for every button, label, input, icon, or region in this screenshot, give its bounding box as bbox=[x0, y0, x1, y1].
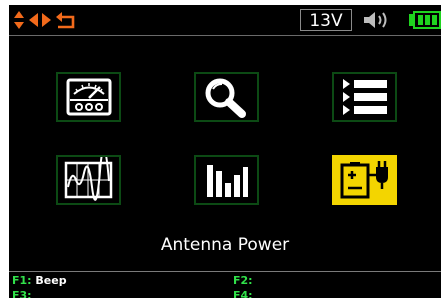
meter-tile[interactable] bbox=[56, 72, 121, 122]
f3-key-label: F3: bbox=[12, 289, 32, 298]
status-bar: 13V bbox=[9, 5, 441, 36]
f3-softkey[interactable]: F3: bbox=[12, 289, 32, 298]
left-arrow-icon[interactable] bbox=[27, 12, 39, 28]
waveform-icon bbox=[64, 157, 113, 201]
antenna-power-icon bbox=[340, 161, 388, 199]
bar-graph-tile[interactable] bbox=[194, 155, 259, 205]
list-tile[interactable] bbox=[332, 72, 397, 122]
speaker-icon bbox=[364, 12, 387, 28]
list-icon bbox=[343, 79, 387, 115]
antenna-power-tile[interactable] bbox=[332, 155, 397, 205]
f4-key-label: F4: bbox=[233, 289, 253, 298]
return-icon[interactable] bbox=[55, 11, 77, 29]
battery-icon bbox=[409, 11, 441, 29]
f4-softkey[interactable]: F4: bbox=[233, 289, 253, 298]
right-arrow-icon[interactable] bbox=[41, 12, 53, 28]
f2-softkey[interactable]: F2: bbox=[233, 274, 253, 287]
up-down-arrows-icon[interactable] bbox=[13, 10, 25, 30]
search-tile[interactable] bbox=[194, 72, 259, 122]
f2-key-label: F2: bbox=[233, 274, 253, 287]
device-screen: 13V Antenna Power F1: Beep F2: F3: F4: bbox=[9, 5, 441, 298]
f1-function-label: Beep bbox=[35, 274, 67, 287]
function-key-bar: F1: Beep F2: F3: F4: bbox=[9, 271, 441, 298]
f1-softkey[interactable]: F1: Beep bbox=[12, 274, 67, 287]
analog-meter-icon bbox=[66, 78, 112, 116]
voltage-readout: 13V bbox=[300, 9, 352, 31]
waveform-tile[interactable] bbox=[56, 155, 121, 205]
selected-item-label: Antenna Power bbox=[160, 235, 290, 255]
bar-graph-icon bbox=[207, 165, 248, 197]
f1-key-label: F1: bbox=[12, 274, 32, 287]
magnifier-icon bbox=[205, 78, 246, 118]
